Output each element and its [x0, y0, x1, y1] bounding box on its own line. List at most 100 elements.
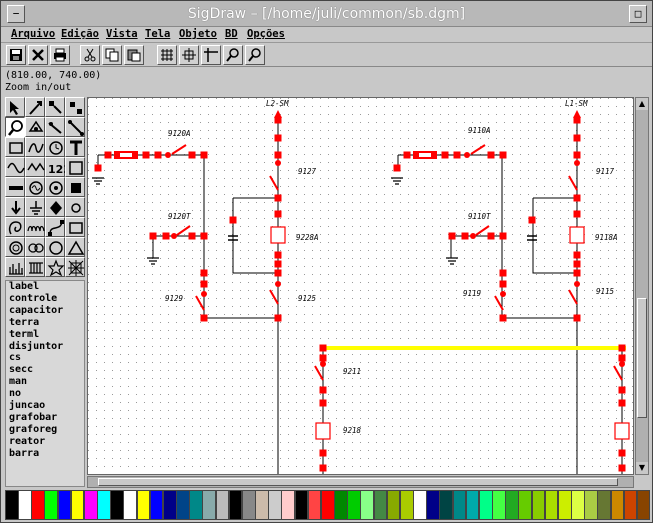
color-swatch[interactable]: [360, 490, 375, 520]
node-square[interactable]: [274, 314, 282, 322]
node-square[interactable]: [188, 151, 196, 159]
color-swatch[interactable]: [347, 490, 361, 520]
node-dot[interactable]: [574, 160, 580, 166]
component-item[interactable]: no: [6, 388, 84, 400]
node-square[interactable]: [499, 151, 507, 159]
node-square[interactable]: [104, 151, 112, 159]
node-square[interactable]: [274, 194, 282, 202]
color-swatch[interactable]: [176, 490, 190, 520]
node-square[interactable]: [573, 314, 581, 322]
color-swatch[interactable]: [439, 490, 454, 520]
component-item[interactable]: barra: [6, 448, 84, 460]
node-square[interactable]: [573, 116, 581, 124]
node-dot[interactable]: [275, 160, 281, 166]
bar-chart-tool-icon[interactable]: [5, 257, 25, 277]
color-swatch[interactable]: [386, 490, 401, 520]
node-square[interactable]: [618, 386, 626, 394]
color-swatch[interactable]: [623, 490, 638, 520]
close-icon[interactable]: [28, 45, 48, 65]
color-swatch[interactable]: [110, 490, 124, 520]
node-square[interactable]: [319, 354, 327, 362]
color-swatch[interactable]: [399, 490, 414, 520]
maximize-button[interactable]: □: [629, 5, 647, 23]
resistor-core[interactable]: [120, 153, 132, 157]
node-square[interactable]: [618, 464, 626, 472]
node-square[interactable]: [200, 314, 208, 322]
node-square[interactable]: [528, 216, 536, 224]
color-swatch[interactable]: [452, 490, 467, 520]
menu-opcoes[interactable]: Opções: [247, 28, 285, 40]
cut-icon[interactable]: [80, 45, 100, 65]
node-square[interactable]: [573, 151, 581, 159]
color-swatch[interactable]: [70, 490, 85, 520]
color-swatch[interactable]: [44, 490, 59, 520]
node-square[interactable]: [274, 251, 282, 259]
drawing-canvas[interactable]: L2-SM L1-SM 9120A 9110A 9127 9117 9120T …: [87, 97, 634, 475]
triangle-tool-icon[interactable]: [65, 237, 85, 257]
color-swatch[interactable]: [162, 490, 177, 520]
color-swatch[interactable]: [57, 490, 72, 520]
node-square[interactable]: [319, 386, 327, 394]
component-item[interactable]: disjuntor: [6, 341, 84, 353]
node-square[interactable]: [274, 134, 282, 142]
color-swatch[interactable]: [373, 490, 388, 520]
node-square[interactable]: [274, 269, 282, 277]
node-square[interactable]: [94, 164, 102, 172]
node-square[interactable]: [319, 449, 327, 457]
node-square[interactable]: [188, 232, 196, 240]
color-swatch[interactable]: [83, 490, 98, 520]
color-swatch[interactable]: [281, 490, 296, 520]
color-swatch[interactable]: [202, 490, 217, 520]
menu-bd[interactable]: BD: [225, 28, 238, 40]
component-item[interactable]: grafobar: [6, 412, 84, 424]
color-swatch[interactable]: [531, 490, 546, 520]
node-square[interactable]: [618, 344, 626, 352]
node-square[interactable]: [618, 354, 626, 362]
fill-square-icon[interactable]: [65, 177, 85, 197]
color-swatch[interactable]: [241, 490, 256, 520]
generator-tool-icon[interactable]: [25, 177, 45, 197]
box-tool-icon[interactable]: [65, 217, 85, 237]
arrow-down-tool-icon[interactable]: [5, 197, 25, 217]
connect-arrow-icon[interactable]: [25, 97, 45, 117]
component-list[interactable]: label controle capacitor terra terml dis…: [5, 280, 85, 487]
node-dot[interactable]: [574, 281, 580, 287]
color-swatch[interactable]: [5, 490, 19, 520]
node-square[interactable]: [441, 151, 449, 159]
horizontal-scrollbar[interactable]: [87, 476, 634, 488]
component-item[interactable]: secc: [6, 364, 84, 376]
node-square[interactable]: [403, 151, 411, 159]
color-swatch[interactable]: [31, 490, 45, 520]
zoom-pan-icon[interactable]: [223, 45, 243, 65]
horizontal-scroll-thumb[interactable]: [98, 478, 618, 486]
number-tool-icon[interactable]: 123: [45, 157, 65, 177]
diamond-tool-icon[interactable]: [45, 197, 65, 217]
circle-tool-icon[interactable]: [65, 197, 85, 217]
component-item[interactable]: reator: [6, 436, 84, 448]
color-swatch[interactable]: [492, 490, 506, 520]
color-swatch[interactable]: [334, 490, 348, 520]
breaker-box[interactable]: [569, 226, 585, 244]
ring-tool-icon[interactable]: [45, 237, 65, 257]
curve-tool-icon[interactable]: [45, 217, 65, 237]
node-dot[interactable]: [320, 361, 326, 367]
copy-icon[interactable]: [102, 45, 122, 65]
node-square[interactable]: [453, 151, 461, 159]
double-circle-icon[interactable]: [25, 237, 45, 257]
node-square[interactable]: [229, 216, 237, 224]
node-square[interactable]: [274, 151, 282, 159]
scroll-up-icon[interactable]: ▲: [636, 98, 648, 110]
target-tool-icon[interactable]: [45, 177, 65, 197]
grid-icon[interactable]: [157, 45, 177, 65]
menu-objeto[interactable]: Objeto: [179, 28, 217, 40]
color-swatch[interactable]: [307, 490, 322, 520]
node-square[interactable]: [319, 464, 327, 472]
menu-edicao[interactable]: Edição: [61, 28, 99, 40]
node-square[interactable]: [319, 399, 327, 407]
node-square[interactable]: [142, 151, 150, 159]
title-bar[interactable]: − SigDraw – [/home/juli/common/sb.dgm] □: [1, 1, 652, 27]
breaker-box[interactable]: [315, 422, 331, 440]
node-square[interactable]: [200, 269, 208, 277]
node-square[interactable]: [487, 232, 495, 240]
color-swatch[interactable]: [636, 490, 651, 520]
